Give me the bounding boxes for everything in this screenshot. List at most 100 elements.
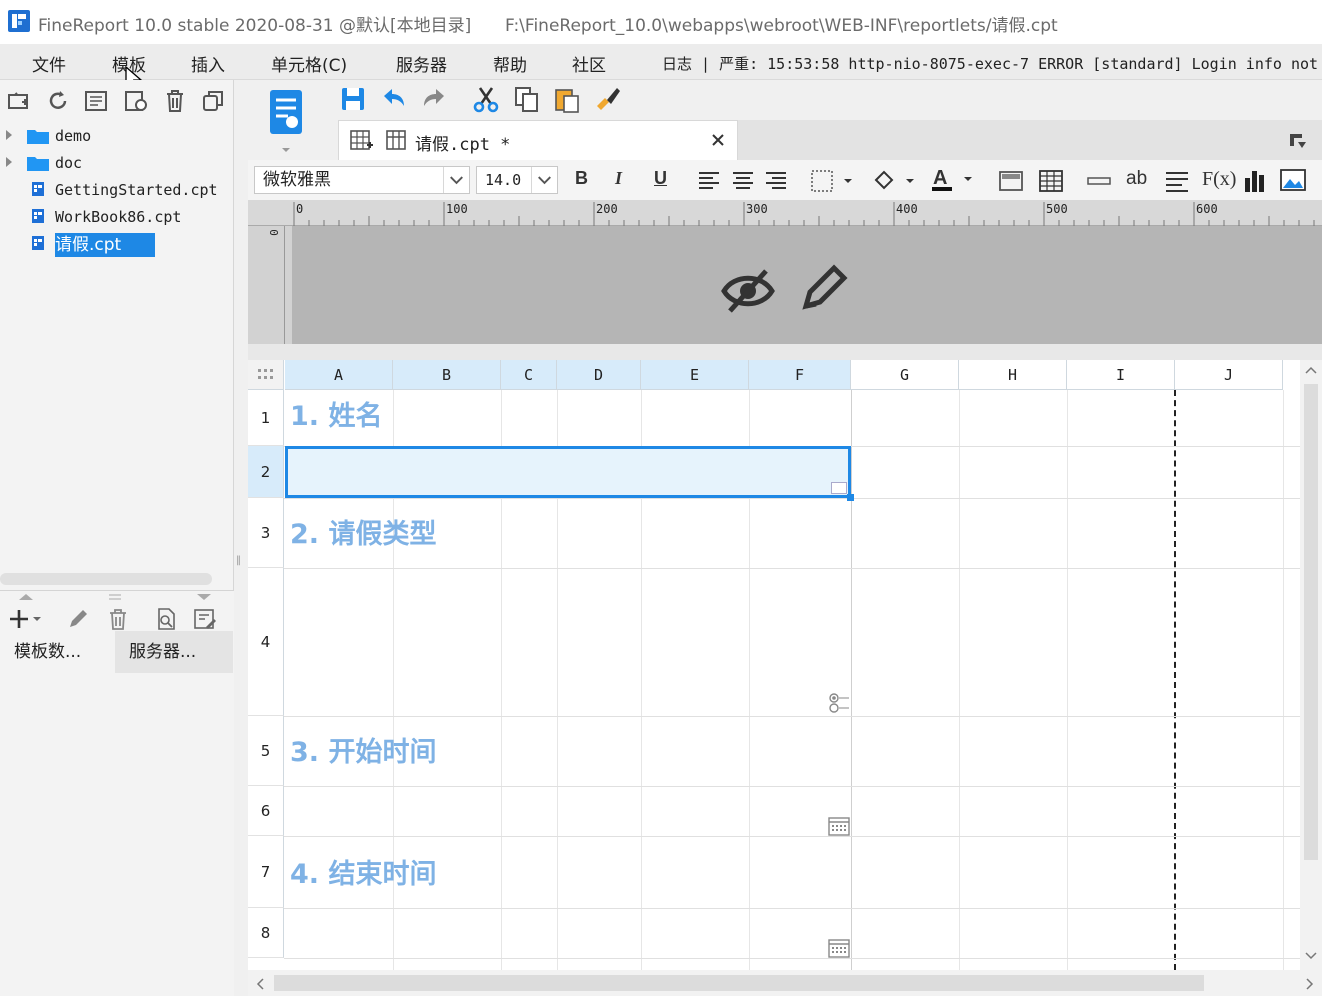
scroll-left-icon[interactable] [256,978,264,990]
column-header-b[interactable]: B [393,360,501,390]
align-center-icon[interactable] [728,166,758,196]
row-header-7[interactable]: 7 [248,836,284,908]
column-header-c[interactable]: C [501,360,557,390]
tree-item-demo[interactable]: demo [0,124,234,148]
tree-item-leave-cpt[interactable]: 请假.cpt [0,232,234,257]
chevron-down-icon[interactable] [443,167,469,193]
menu-help[interactable]: 帮助 [493,51,527,76]
align-right-icon[interactable] [761,166,791,196]
tab-leave-cpt[interactable]: 请假.cpt * [338,120,738,160]
text-ab-icon[interactable]: ab [1126,168,1147,190]
cell-a7-end-time-label[interactable]: 4. 结束时间 [290,852,436,891]
menu-file[interactable]: 文件 [32,51,66,76]
row-header-3[interactable]: 3 [248,498,284,568]
cell-a1-name-label[interactable]: 1. 姓名 [290,394,382,433]
formula-icon[interactable]: F(x) [1202,168,1236,191]
drag-handle-icon[interactable] [108,593,122,601]
menu-insert[interactable]: 插入 [191,51,225,76]
tree-item-gettingstarted[interactable]: GettingStarted.cpt [0,178,234,202]
tree-item-workbook86[interactable]: WorkBook86.cpt [0,205,234,229]
fill-color-icon[interactable] [870,166,916,196]
refresh-icon[interactable] [45,88,71,114]
copy-icon[interactable] [512,84,542,114]
tab-list-icon[interactable] [1288,132,1306,150]
save-icon[interactable] [338,84,368,114]
expand-arrow-icon[interactable] [6,157,12,167]
collapse-up-icon[interactable] [18,593,34,601]
cell-a2-selected[interactable] [285,446,854,501]
vertical-scroll-thumb[interactable] [1304,384,1318,860]
tab-template-dataset[interactable]: 模板数... [0,631,115,673]
row-header-4[interactable]: 4 [248,568,284,716]
column-header-f[interactable]: F [749,360,851,390]
collapse-down-icon[interactable] [196,593,212,601]
text-field-icon[interactable] [1084,166,1114,196]
row-header-5[interactable]: 5 [248,716,284,786]
column-header-j[interactable]: J [1175,360,1283,390]
paste-icon[interactable] [552,84,582,114]
delete-dataset-icon[interactable] [106,607,130,631]
delete-icon[interactable] [162,88,188,114]
eye-hidden-icon[interactable] [720,266,776,316]
italic-icon[interactable]: I [615,168,622,189]
new-folder-icon[interactable] [6,88,32,114]
undo-icon[interactable] [379,84,409,114]
vertical-scrollbar[interactable] [1300,360,1322,970]
merge-cells-icon[interactable] [996,166,1026,196]
tab-server-dataset[interactable]: 服务器... [115,631,233,673]
cut-icon[interactable] [471,84,501,114]
redo-icon[interactable] [419,84,449,114]
log-message[interactable]: 日志 | 严重: 15:53:58 http-nio-8075-exec-7 E… [662,53,1318,74]
align-left-icon[interactable] [694,166,724,196]
row-header-6[interactable]: 6 [248,786,284,836]
column-header-h[interactable]: H [959,360,1067,390]
column-header-a[interactable]: A [285,360,393,390]
row-header-2[interactable]: 2 [248,446,284,498]
select-all-corner[interactable] [248,360,284,390]
row-header-1[interactable]: 1 [248,390,284,446]
column-header-e[interactable]: E [641,360,749,390]
edit-icon[interactable] [66,607,90,631]
bold-icon[interactable]: B [575,168,588,189]
expand-arrow-icon[interactable] [6,130,12,140]
panel-resize-handle[interactable]: ‖ [236,555,242,569]
image-icon[interactable] [1278,166,1308,196]
horizontal-scroll-thumb[interactable] [274,975,1204,991]
column-header-i[interactable]: I [1067,360,1175,390]
horizontal-scrollbar[interactable] [248,970,1322,996]
border-icon[interactable] [808,166,854,196]
table-grid-icon[interactable] [1036,166,1066,196]
fill-handle[interactable] [847,494,854,501]
grid-insert-icon[interactable] [349,129,373,153]
format-painter-icon[interactable] [593,84,623,114]
preview-dataset-icon[interactable] [154,607,178,631]
panel-split-handle[interactable] [0,573,212,585]
chevron-down-icon[interactable] [531,167,557,193]
tree-item-doc[interactable]: doc [0,151,234,175]
chart-icon[interactable] [1240,166,1270,196]
copy-icon[interactable] [200,88,226,114]
menu-server[interactable]: 服务器 [396,51,447,76]
menu-cell[interactable]: 单元格(C) [271,51,347,76]
close-icon[interactable] [711,133,725,147]
edit-dataset-icon[interactable] [192,607,218,631]
add-dataset-icon[interactable] [6,607,42,631]
spreadsheet-grid[interactable]: A B C D E F G H I J 1 2 3 4 5 6 7 8 1. 姓… [248,360,1300,970]
column-header-d[interactable]: D [557,360,641,390]
scroll-down-icon[interactable] [1305,952,1317,960]
font-size-select[interactable]: 14.0 [476,166,558,194]
column-header-g[interactable]: G [851,360,959,390]
row-header-8[interactable]: 8 [248,908,284,958]
locate-template-icon[interactable] [83,88,109,114]
template-settings-icon[interactable] [123,88,149,114]
scroll-right-icon[interactable] [1306,978,1314,990]
cell-a5-start-time-label[interactable]: 3. 开始时间 [290,730,436,769]
wrap-text-icon[interactable] [1162,166,1192,196]
underline-icon[interactable]: U [654,168,667,189]
cell-a3-leave-type-label[interactable]: 2. 请假类型 [290,512,436,551]
font-color-icon[interactable]: A [928,164,974,194]
scroll-up-icon[interactable] [1305,366,1317,374]
pencil-edit-icon[interactable] [800,262,848,314]
font-family-select[interactable]: 微软雅黑 [254,166,470,194]
menu-community[interactable]: 社区 [572,51,606,76]
